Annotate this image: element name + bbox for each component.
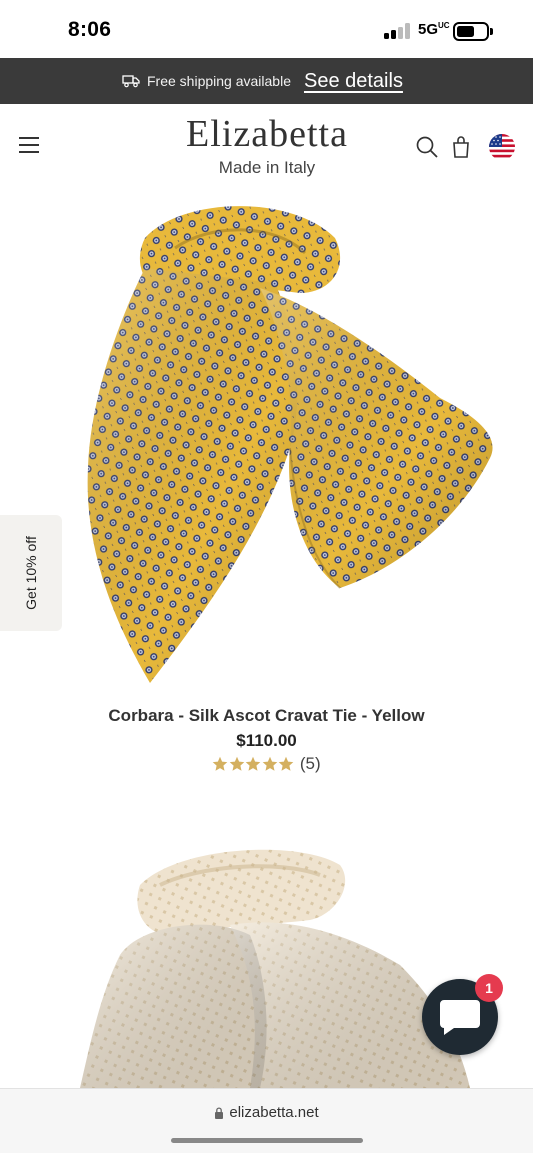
battery-icon xyxy=(453,22,489,41)
status-time: 8:06 xyxy=(68,18,112,41)
home-indicator xyxy=(171,1138,363,1143)
brand-tagline: Made in Italy xyxy=(218,158,316,177)
chat-notification-badge: 1 xyxy=(475,974,503,1002)
network-indicator: 5GUC xyxy=(418,21,450,38)
network-superscript: UC xyxy=(438,21,450,30)
star-icon xyxy=(246,756,261,771)
product-rating[interactable]: (5) xyxy=(0,754,533,774)
cart-icon[interactable] xyxy=(449,135,473,159)
us-flag-icon[interactable] xyxy=(489,134,515,160)
search-icon[interactable] xyxy=(415,135,439,159)
promo-banner: Free shipping available See details xyxy=(0,58,533,104)
star-icon xyxy=(213,756,228,771)
network-label: 5G xyxy=(418,21,439,38)
product-image-cream-ascot[interactable] xyxy=(80,845,480,1088)
product-image-yellow-ascot[interactable] xyxy=(60,198,500,692)
brand-name: Elizabetta xyxy=(186,113,348,155)
site-header: Elizabetta Made in Italy xyxy=(0,104,533,190)
header-icons xyxy=(415,134,515,160)
star-icon xyxy=(262,756,278,771)
discount-tab[interactable]: Get 10% off xyxy=(0,515,62,631)
menu-icon[interactable] xyxy=(19,137,39,153)
browser-address-bar[interactable]: elizabetta.net xyxy=(0,1088,533,1153)
star-icon xyxy=(229,756,245,771)
lock-icon xyxy=(215,1106,224,1119)
truck-icon xyxy=(122,75,140,88)
chat-bubble-icon xyxy=(440,1000,480,1035)
review-count: (5) xyxy=(299,754,321,773)
url-row[interactable]: elizabetta.net xyxy=(0,1104,533,1121)
star-icon xyxy=(279,756,294,771)
product-price: $110.00 xyxy=(236,731,297,750)
url-text: elizabetta.net xyxy=(229,1104,319,1121)
signal-strength-icon xyxy=(384,23,412,39)
discount-label: Get 10% off xyxy=(23,536,39,610)
logo[interactable]: Elizabetta Made in Italy xyxy=(162,112,372,178)
battery-tip xyxy=(490,28,493,35)
product-title[interactable]: Corbara - Silk Ascot Cravat Tie - Yellow xyxy=(0,706,533,726)
rating-stars xyxy=(212,756,295,772)
status-bar: 8:06 5GUC xyxy=(0,0,533,58)
shipping-text: Free shipping available xyxy=(147,73,291,89)
see-details-link[interactable]: See details xyxy=(304,70,403,93)
